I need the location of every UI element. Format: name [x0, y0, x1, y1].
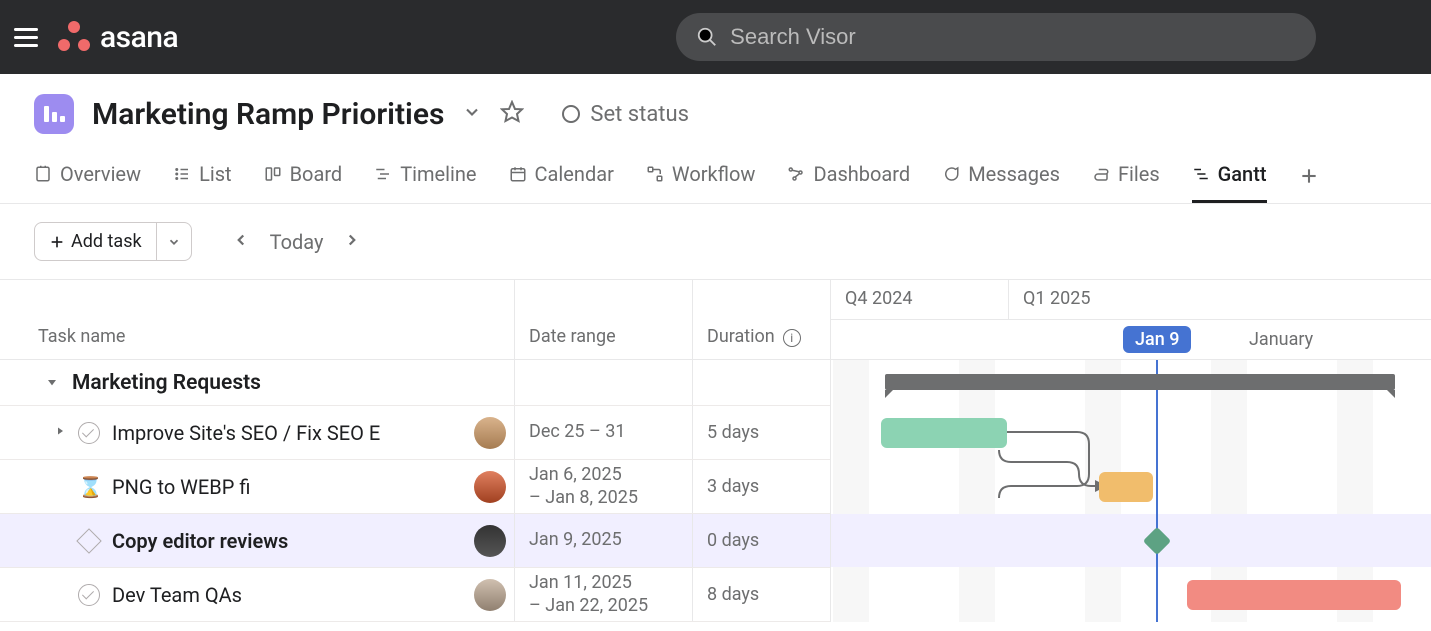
task-date-range[interactable]: Dec 25 – 31	[514, 406, 692, 459]
hourglass-icon: ⌛	[78, 475, 100, 499]
month-label: January	[1249, 329, 1313, 350]
add-task-dropdown[interactable]	[157, 222, 192, 261]
col-date-range[interactable]: Date range	[514, 280, 692, 359]
task-name: Dev Team QAs	[112, 583, 242, 607]
quarter-label: Q4 2024	[831, 280, 1009, 319]
timeline-quarter-header: Q4 2024 Q1 2025	[831, 280, 1431, 320]
assignee-avatar[interactable]	[474, 471, 506, 503]
col-task-name[interactable]: Task name	[0, 280, 514, 359]
task-row[interactable]: Dev Team QAs Jan 11, 2025 – Jan 22, 2025…	[0, 568, 830, 622]
project-icon[interactable]	[34, 94, 74, 134]
gantt-left-pane: Task name Date range Duration i Marketin…	[0, 280, 830, 622]
task-duration[interactable]: 0 days	[692, 514, 830, 567]
task-duration[interactable]: 8 days	[692, 568, 830, 621]
project-title[interactable]: Marketing Ramp Priorities	[92, 97, 444, 132]
chevron-down-icon	[167, 235, 181, 249]
tab-messages[interactable]: Messages	[942, 152, 1060, 203]
hamburger-menu-icon[interactable]	[14, 28, 38, 47]
chevron-right-icon	[343, 231, 361, 249]
tab-overview[interactable]: Overview	[34, 152, 141, 203]
today-marker	[1156, 360, 1158, 622]
add-task-button[interactable]: Add task	[34, 222, 157, 261]
task-row[interactable]: Copy editor reviews Jan 9, 2025 0 days	[0, 514, 830, 568]
add-task-group: Add task	[34, 222, 192, 261]
set-status-label: Set status	[590, 102, 689, 127]
task-date-range[interactable]: Jan 6, 2025 – Jan 8, 2025	[514, 460, 692, 513]
app-logo[interactable]: asana	[56, 19, 178, 55]
task-duration[interactable]: 5 days	[692, 406, 830, 459]
gantt-toolbar: Add task Today	[0, 204, 1431, 279]
task-name: Copy editor reviews	[112, 529, 288, 553]
task-date-range[interactable]: Jan 11, 2025 – Jan 22, 2025	[514, 568, 692, 621]
asana-logo-icon	[56, 19, 92, 55]
timeline-body[interactable]	[831, 360, 1431, 622]
expand-subtask-icon[interactable]	[54, 425, 66, 441]
favorite-star-icon[interactable]	[500, 100, 524, 128]
gantt-timeline[interactable]: Q4 2024 Q1 2025 Jan 9 January	[830, 280, 1431, 622]
gantt-bar[interactable]	[881, 418, 1007, 448]
dependency-arrow	[999, 450, 1109, 504]
section-row[interactable]: Marketing Requests	[0, 360, 830, 406]
status-circle-icon	[562, 105, 580, 123]
project-tabs: Overview List Board Timeline Calendar Wo…	[0, 144, 1431, 204]
task-duration[interactable]: 3 days	[692, 460, 830, 513]
prev-period-button[interactable]	[232, 230, 250, 254]
task-row[interactable]: Improve Site's SEO / Fix SEO E Dec 25 – …	[0, 406, 830, 460]
complete-check-icon[interactable]	[78, 422, 100, 444]
section-collapse-icon[interactable]	[44, 371, 60, 395]
project-menu-caret-icon[interactable]	[462, 102, 482, 126]
section-name: Marketing Requests	[72, 371, 261, 395]
task-row[interactable]: ⌛ PNG to WEBP fi Jan 6, 2025 – Jan 8, 20…	[0, 460, 830, 514]
next-period-button[interactable]	[343, 230, 361, 254]
plus-icon	[49, 234, 65, 250]
add-tab-button[interactable]	[1299, 163, 1319, 193]
search-input[interactable]	[730, 24, 1296, 50]
app-name: asana	[100, 20, 178, 55]
milestone-icon	[76, 528, 101, 553]
gantt-bar[interactable]	[1099, 472, 1153, 502]
complete-check-icon[interactable]	[78, 584, 100, 606]
gantt-view: Task name Date range Duration i Marketin…	[0, 279, 1431, 622]
today-button[interactable]: Today	[270, 230, 324, 254]
search-bar[interactable]	[676, 13, 1316, 61]
col-duration[interactable]: Duration i	[692, 280, 830, 359]
tab-timeline[interactable]: Timeline	[374, 152, 476, 203]
tab-list[interactable]: List	[173, 152, 232, 203]
tab-board[interactable]: Board	[264, 152, 343, 203]
tab-gantt[interactable]: Gantt	[1192, 152, 1267, 203]
info-icon[interactable]: i	[783, 329, 801, 347]
project-header: Marketing Ramp Priorities Set status	[0, 74, 1431, 144]
gantt-summary-bar[interactable]	[885, 374, 1395, 390]
tab-calendar[interactable]: Calendar	[509, 152, 614, 203]
assignee-avatar[interactable]	[474, 579, 506, 611]
task-name: Improve Site's SEO / Fix SEO E	[112, 421, 380, 445]
assignee-avatar[interactable]	[474, 525, 506, 557]
task-date-range[interactable]: Jan 9, 2025	[514, 514, 692, 567]
tab-workflow[interactable]: Workflow	[646, 152, 756, 203]
timeline-date-header: Jan 9 January	[831, 320, 1431, 360]
gantt-bar[interactable]	[1187, 580, 1401, 610]
search-icon	[696, 26, 718, 48]
assignee-avatar[interactable]	[474, 417, 506, 449]
today-pill[interactable]: Jan 9	[1123, 326, 1191, 353]
task-name: PNG to WEBP fi	[112, 475, 250, 499]
column-headers: Task name Date range Duration i	[0, 280, 830, 360]
quarter-label: Q1 2025	[1009, 280, 1431, 319]
set-status-button[interactable]: Set status	[562, 102, 689, 127]
topbar: asana	[0, 0, 1431, 74]
gantt-milestone[interactable]	[1143, 527, 1171, 555]
tab-dashboard[interactable]: Dashboard	[787, 152, 910, 203]
chevron-left-icon	[232, 231, 250, 249]
tab-files[interactable]: Files	[1092, 152, 1160, 203]
